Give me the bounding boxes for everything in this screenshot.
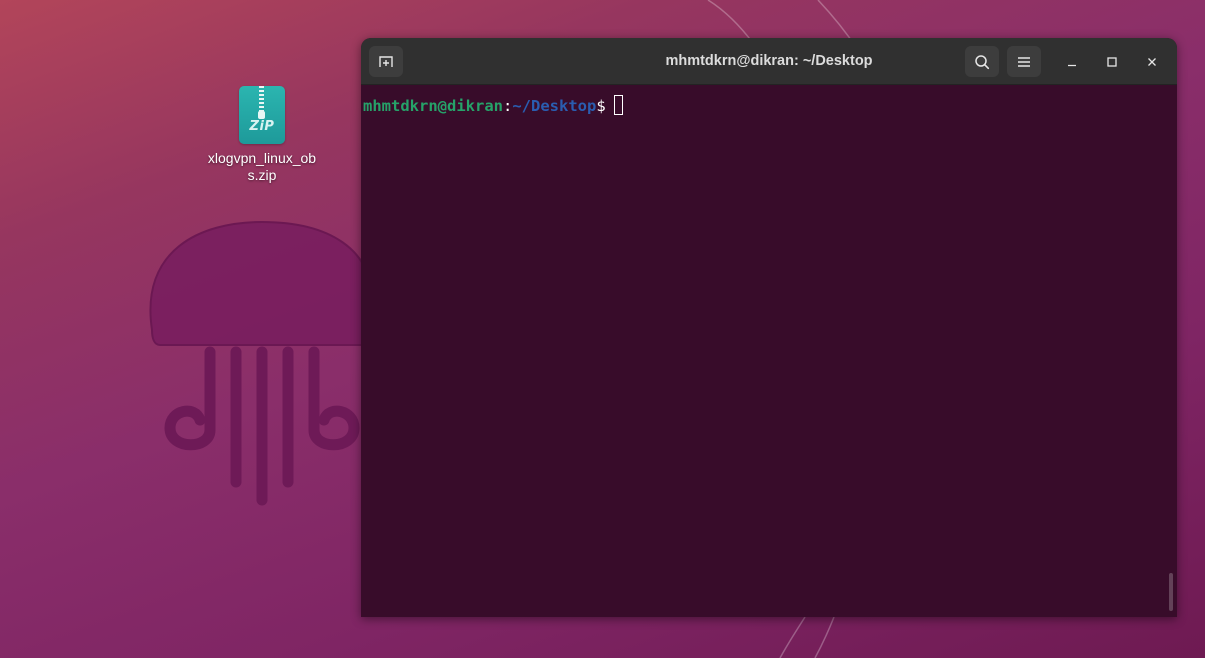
desktop-icon-label: xlogvpn_linux_obs.zip (207, 150, 317, 183)
terminal-window[interactable]: mhmtdkrn@dikran: ~/Desktop mhmtdkrn@dikr… (361, 38, 1177, 617)
jellyfish-logo (149, 220, 373, 346)
scrollbar[interactable] (1169, 573, 1173, 611)
prompt-user-host: mhmtdkrn@dikran (363, 97, 503, 115)
text-cursor (613, 95, 623, 115)
terminal-headerbar[interactable]: mhmtdkrn@dikran: ~/Desktop (361, 38, 1177, 85)
close-icon (1148, 58, 1156, 66)
desktop-icon-zip-file[interactable]: ZiP xlogvpn_linux_obs.zip (205, 86, 319, 184)
new-tab-icon (379, 55, 393, 67)
hamburger-menu-icon (1018, 56, 1030, 67)
terminal-output[interactable]: mhmtdkrn@dikran:~/Desktop$ (361, 85, 1177, 617)
minimize-icon (1068, 64, 1076, 67)
maximize-icon (1107, 57, 1117, 67)
minimize-button[interactable] (1060, 50, 1084, 74)
prompt-symbol: $ (596, 97, 606, 115)
zip-archive-icon: ZiP (239, 86, 285, 144)
maximize-button[interactable] (1100, 50, 1124, 74)
prompt-path: ~/Desktop (512, 97, 597, 115)
jellyfish-tentacles (164, 346, 360, 506)
search-icon (975, 54, 990, 69)
zip-badge-text: ZiP (249, 119, 275, 134)
prompt-separator: : (502, 97, 513, 115)
new-tab-button[interactable] (369, 46, 403, 77)
menu-button[interactable] (1007, 46, 1041, 77)
window-title: mhmtdkrn@dikran: ~/Desktop (665, 53, 873, 69)
search-button[interactable] (965, 46, 999, 77)
close-button[interactable] (1140, 50, 1164, 74)
prompt-line: mhmtdkrn@dikran:~/Desktop$ (363, 95, 623, 117)
